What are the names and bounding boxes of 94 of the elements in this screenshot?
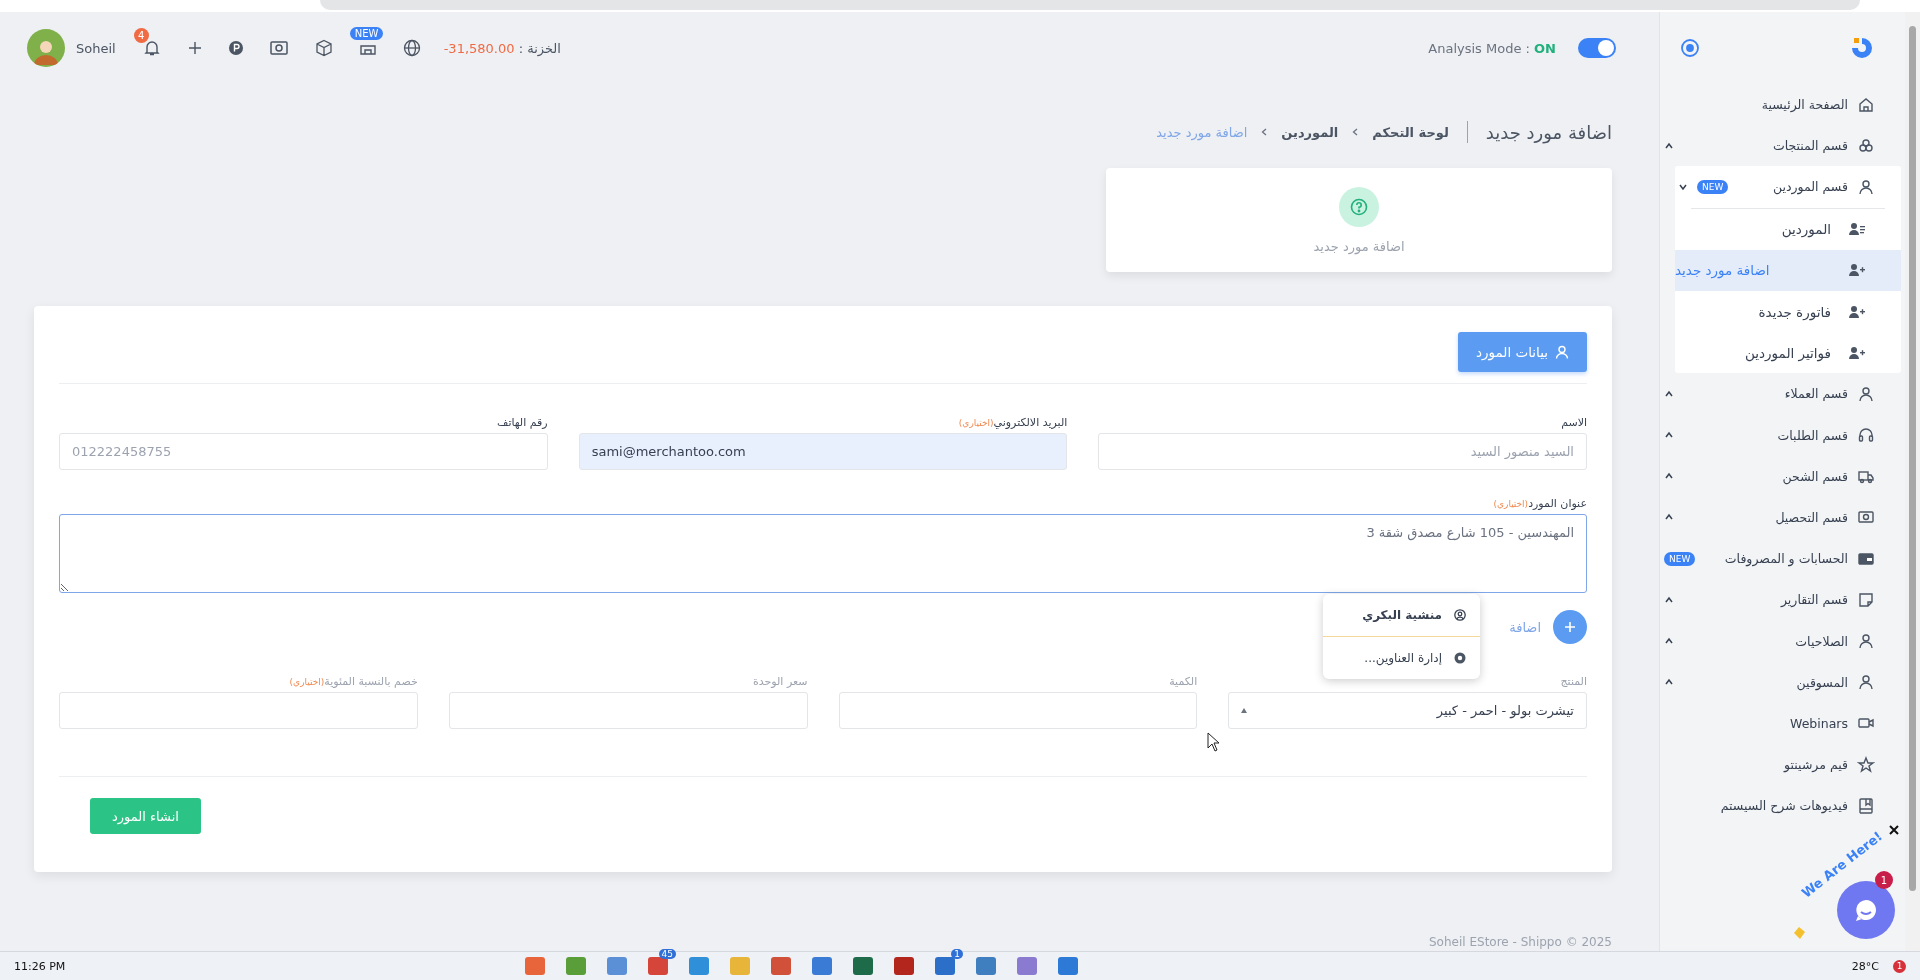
star-icon bbox=[1857, 755, 1875, 774]
person-icon bbox=[1857, 673, 1875, 692]
chevron-up-icon[interactable] bbox=[1664, 594, 1674, 605]
text-field[interactable]: 012222458755 bbox=[59, 433, 548, 470]
text-field[interactable] bbox=[838, 692, 1198, 729]
sidebar-item[interactable]: الصلاحيات bbox=[1660, 620, 1905, 662]
field-label: المنتج bbox=[1559, 675, 1587, 688]
target-icon[interactable] bbox=[1680, 38, 1700, 58]
sidebar-item[interactable]: المسوقين bbox=[1660, 661, 1905, 703]
home-icon bbox=[1857, 95, 1875, 114]
autofill-option[interactable]: إدارة العناوين... bbox=[1323, 637, 1480, 679]
taskbar-app-icon[interactable] bbox=[812, 957, 832, 975]
field-label: رقم الهاتف bbox=[496, 416, 548, 429]
headset-icon bbox=[1857, 426, 1875, 445]
field-label: خصم بالنسبة المئوية(اختياري) bbox=[288, 675, 418, 688]
text-field[interactable]: السيد منصور السيد bbox=[1098, 433, 1587, 470]
sidebar-item[interactable]: قيم مرشينتو bbox=[1660, 744, 1905, 786]
field-label: الاسم bbox=[1560, 416, 1587, 429]
notification-count: 4 bbox=[133, 28, 149, 43]
product-select[interactable]: تيشرت بولو - احمر - كبير bbox=[1228, 692, 1587, 729]
analysis-mode-toggle[interactable] bbox=[1578, 38, 1616, 58]
sidebar-item[interactable]: قسم التقارير bbox=[1660, 579, 1905, 621]
bell-icon[interactable] bbox=[142, 39, 161, 57]
taskbar-app-icon[interactable] bbox=[853, 957, 873, 975]
close-icon[interactable] bbox=[1889, 825, 1899, 835]
taskbar-app-icon[interactable] bbox=[935, 957, 955, 975]
taskbar-app-icon[interactable] bbox=[648, 957, 668, 975]
clock: 11:26 PM bbox=[14, 959, 66, 973]
globe-icon[interactable] bbox=[402, 39, 421, 57]
scrollbar-thumb[interactable] bbox=[1909, 26, 1916, 891]
chevron-up-icon[interactable] bbox=[1664, 388, 1674, 399]
sidebar-item[interactable]: قسم الطلبات bbox=[1660, 414, 1905, 456]
breadcrumb-link[interactable]: لوحة التحكم bbox=[1372, 124, 1449, 140]
logo-icon[interactable] bbox=[1849, 35, 1875, 61]
sidebar-subitem[interactable]: فواتير الموردين bbox=[1675, 332, 1901, 374]
mouse-cursor-icon bbox=[1207, 732, 1221, 752]
person-plus-icon bbox=[1849, 345, 1865, 360]
person-icon bbox=[1555, 345, 1569, 359]
person-plus-icon bbox=[1849, 304, 1865, 319]
new-badge: NEW bbox=[1697, 179, 1729, 194]
chevron-up-icon[interactable] bbox=[1664, 140, 1674, 151]
help-badge bbox=[1339, 186, 1379, 227]
taskbar-app-icon[interactable] bbox=[894, 957, 914, 975]
text-field[interactable] bbox=[59, 692, 418, 729]
weather-temperature: 28°C bbox=[1851, 959, 1879, 973]
sidebar-item[interactable]: قسم الشحن bbox=[1660, 455, 1905, 497]
notification-count: 1 bbox=[1893, 959, 1906, 973]
field-label: سعر الوحدة bbox=[751, 675, 808, 688]
text-field[interactable]: sami@merchantoo.com bbox=[578, 433, 1068, 470]
app-badge: 1 bbox=[951, 949, 963, 959]
person-icon bbox=[1857, 632, 1875, 651]
user-name[interactable]: Soheil bbox=[76, 40, 116, 56]
breadcrumb-link[interactable]: الموردين bbox=[1281, 124, 1339, 140]
autofill-option[interactable]: منشية البكري bbox=[1323, 594, 1480, 637]
boxes-icon bbox=[1857, 136, 1875, 155]
parking-icon[interactable] bbox=[228, 41, 243, 55]
book-icon bbox=[1857, 796, 1875, 815]
footer-copyright: Soheil EStore - Shippo © 2025 bbox=[1429, 935, 1612, 949]
sidebar-item[interactable]: قسم العملاء bbox=[1660, 373, 1905, 415]
field-label: البريد الالكتروني(اختياري) bbox=[957, 416, 1068, 429]
card-caption: اضافة مورد جديد bbox=[1313, 238, 1405, 254]
box-icon[interactable] bbox=[314, 39, 333, 57]
sidebar-item[interactable]: Webinars bbox=[1660, 702, 1905, 744]
new-badge: NEW bbox=[1664, 551, 1696, 566]
sidebar-item[interactable]: قسم المنتجات bbox=[1660, 125, 1905, 167]
add-button[interactable] bbox=[1553, 610, 1587, 644]
new-badge: NEW bbox=[349, 27, 384, 40]
taskbar-app-icon[interactable] bbox=[1058, 957, 1078, 975]
person-circle-icon bbox=[1454, 609, 1466, 621]
page-title: اضافة مورد جديد bbox=[1485, 121, 1612, 143]
app-badge: 45 bbox=[658, 949, 676, 959]
taskbar-app-icon[interactable] bbox=[976, 957, 996, 975]
plus-icon[interactable] bbox=[187, 41, 202, 55]
sidebar-item[interactable]: الصفحة الرئيسية bbox=[1660, 84, 1905, 126]
sidebar-item[interactable]: فيديوهات شرح السيستم bbox=[1660, 785, 1905, 827]
text-field[interactable] bbox=[448, 692, 808, 729]
person-list-icon bbox=[1849, 222, 1865, 237]
plus-icon bbox=[1564, 621, 1576, 633]
address-field[interactable]: المهندسين - 105 شارع مصدق شقة 3 bbox=[59, 514, 1587, 593]
sidebar-subitem[interactable]: فاتورة جديدة bbox=[1675, 290, 1901, 333]
field-label: الكمية bbox=[1168, 675, 1198, 688]
analysis-mode-label: Analysis Mode : ON bbox=[1428, 40, 1556, 56]
person-icon bbox=[1857, 384, 1875, 403]
note-icon bbox=[1857, 590, 1875, 609]
sidebar-item[interactable]: قسم التحصيل bbox=[1660, 496, 1905, 539]
avatar[interactable] bbox=[27, 29, 65, 67]
camera-icon[interactable] bbox=[269, 40, 288, 56]
caret-icon bbox=[1241, 708, 1248, 713]
sidebar-subitem[interactable]: الموردين bbox=[1675, 208, 1901, 250]
person-plus-icon bbox=[1849, 263, 1865, 278]
chevron-left-icon bbox=[1261, 128, 1268, 136]
person-icon bbox=[1857, 177, 1875, 196]
field-label: عنوان المورد(اختياري) bbox=[1492, 497, 1587, 510]
chevron-left-icon bbox=[1352, 128, 1359, 136]
